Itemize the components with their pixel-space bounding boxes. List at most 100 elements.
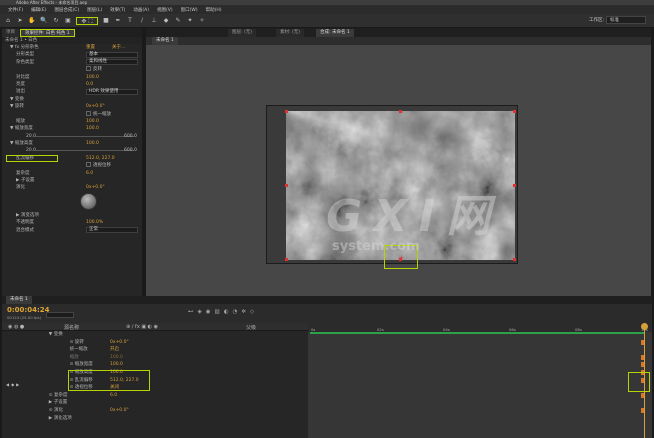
roto-brush-icon[interactable]: ✎ <box>174 17 182 25</box>
effect-prop-slider[interactable] <box>36 150 134 152</box>
timeline-search-input[interactable] <box>46 312 74 318</box>
timeline-prop-row[interactable]: ⊙ 演化 0x+0.0° <box>2 407 308 415</box>
keyframe-marker[interactable] <box>641 408 644 413</box>
rotate-tool-icon[interactable]: ↻ <box>52 17 60 25</box>
menu-item-0[interactable]: 文件(F) <box>8 7 23 13</box>
effect-about-link[interactable]: 关于... <box>112 44 125 51</box>
menu-item-6[interactable]: 视图(V) <box>157 7 173 13</box>
timeline-prop-value[interactable]: 0x+0.0° <box>110 339 129 347</box>
col-parent[interactable]: 父级 <box>246 324 256 331</box>
effect-prop-value[interactable]: 0.0 <box>86 81 93 88</box>
keyframe-marker[interactable] <box>641 339 644 345</box>
tab-layer[interactable]: 图层: (无) <box>228 29 256 37</box>
timeline-prop-row[interactable]: ⊙ 乱流偏移 512.0, 227.0 <box>2 369 308 391</box>
layer-handle-tl[interactable] <box>285 110 288 113</box>
tab-composition[interactable]: 合成: 未命名 1 <box>316 29 354 37</box>
effect-prop-value[interactable]: 0x+0.0° <box>86 184 105 191</box>
comp-viewer[interactable]: ✛ G X I 网 system.com 50 % ⊞ ◎ 0:00:04:24… <box>146 45 651 314</box>
camera-tool-icon[interactable]: ▣ <box>64 17 72 25</box>
effect-prop-value[interactable]: 100.0 <box>86 74 99 81</box>
effect-prop-value[interactable]: 512.0, 227.0 <box>86 155 115 162</box>
menu-item-4[interactable]: 效果(T) <box>110 7 125 13</box>
frame-blending-icon[interactable]: ▥ <box>215 309 220 315</box>
keyframe-marker[interactable] <box>641 354 644 360</box>
menu-item-1[interactable]: 编辑(E) <box>31 7 46 13</box>
layer-handle-tr[interactable] <box>513 110 516 113</box>
menu-item-8[interactable]: 帮助(H) <box>206 7 222 13</box>
effect-prop-value[interactable]: 100.0 <box>86 125 99 132</box>
effect-prop-value[interactable]: 100.0% <box>86 219 103 226</box>
effect-prop-dropdown[interactable]: 正常 <box>86 227 138 234</box>
text-tool-icon[interactable]: T <box>126 17 134 25</box>
timeline-prop-value[interactable]: 100.0 <box>110 354 123 362</box>
timeline-prop-value[interactable]: 开启 <box>110 346 119 354</box>
timeline-prop-row[interactable]: ⊙ 透视位移 关闭 <box>2 384 308 392</box>
keyframe-nav-icon[interactable]: ◇ <box>250 309 254 315</box>
timeline-timecode[interactable]: 0:00:04:24 <box>7 306 50 314</box>
selection-tool-icon[interactable]: ➤ <box>16 17 24 25</box>
timeline-prop-value[interactable]: 关闭 <box>110 384 119 392</box>
comp-mini-flowchart-icon[interactable]: ⊷ <box>188 309 194 315</box>
comp-subtab[interactable]: 未命名 1 <box>152 37 178 45</box>
timeline-prop-value[interactable]: 6.0 <box>110 392 117 400</box>
layer-handle-br[interactable] <box>513 258 516 261</box>
effect-prop-value[interactable]: 6.0 <box>86 170 93 177</box>
menu-item-2[interactable]: 图层合成(C) <box>54 7 79 13</box>
checkbox-icon[interactable] <box>86 66 91 72</box>
add-keyframe-icon[interactable]: ◆ <box>11 382 14 387</box>
effect-prop-checkbox[interactable]: 统一缩放 <box>86 110 111 118</box>
effect-prop-checkbox[interactable]: 反转 <box>86 66 102 73</box>
layer-handle-bl[interactable] <box>285 258 288 261</box>
effect-prop-dropdown[interactable]: 基本 <box>86 52 138 59</box>
keyframe-marker[interactable] <box>641 392 644 398</box>
zoom-tool-icon[interactable]: 🔍 <box>40 17 48 25</box>
brush-tool-icon[interactable]: ∕ <box>138 17 146 25</box>
timeline-prop-row[interactable]: 缩放 100.0 <box>2 354 308 362</box>
puppet-pin-icon[interactable]: ✦ <box>186 17 194 25</box>
effect-prop-value[interactable]: 重置 <box>86 44 95 51</box>
timeline-prop-row[interactable]: ▶ 子设置 <box>2 399 308 407</box>
timeline-prop-value[interactable]: 100.0 <box>110 361 123 369</box>
checkbox-icon[interactable] <box>86 162 91 168</box>
pan-behind-tool-icon[interactable]: ✥ ⛶ <box>76 16 98 25</box>
timeline-tab[interactable]: 未命名 1 <box>6 296 32 304</box>
layer-handle-tc[interactable] <box>399 110 402 113</box>
draft-3d-icon[interactable]: ◈ <box>198 309 202 315</box>
col-switches-icon[interactable]: ⊕ ∕ fx ▣ ◐ ◉ <box>126 324 158 330</box>
tab-footage[interactable]: 素材: (无) <box>276 29 304 37</box>
timeline-graph-area[interactable]: 0s02s04s06s08s10s <box>308 323 652 438</box>
tab-effect-controls[interactable]: 效果控件: 白色 纯色 1 <box>20 29 75 37</box>
timeline-prop-row[interactable]: ⊙ 缩放高度 100.0 <box>2 369 308 377</box>
effect-prop-checkbox[interactable]: 透视位移 <box>86 162 111 169</box>
clone-stamp-icon[interactable]: ⊥ <box>150 17 158 25</box>
keyframe-marker[interactable] <box>641 362 644 368</box>
timeline-prop-row[interactable]: 统一缩放 开启 <box>2 346 308 354</box>
timeline-prop-row[interactable]: ▶ 演化选项 <box>2 415 308 423</box>
shy-icon[interactable]: ◉ <box>206 309 211 315</box>
hand-tool-icon[interactable]: ✋ <box>28 17 36 25</box>
menu-item-5[interactable]: 动画(A) <box>133 7 149 13</box>
effect-prop-value[interactable]: 100.0 <box>86 140 99 147</box>
graph-editor-icon[interactable]: ◔ <box>233 309 238 315</box>
timeline-prop-row[interactable]: ▼ 变换 <box>2 331 308 339</box>
puppet-starch-icon[interactable]: ✧ <box>198 17 206 25</box>
evolution-dial[interactable] <box>80 192 97 210</box>
effect-prop-dropdown[interactable]: HDR 效果使用 <box>86 89 138 96</box>
pen-tool-icon[interactable]: ✒ <box>114 17 122 25</box>
brainstorm-icon[interactable]: ✲ <box>241 309 246 315</box>
layer-handle-ml[interactable] <box>285 184 288 187</box>
eraser-tool-icon[interactable]: ◆ <box>162 17 170 25</box>
layer-handle-mr[interactable] <box>513 184 516 187</box>
motion-blur-icon[interactable]: ◐ <box>224 309 229 315</box>
rectangle-tool-icon[interactable]: ■ <box>102 17 110 25</box>
workspace-select[interactable]: 标准 <box>606 16 646 24</box>
timeline-prop-row[interactable]: ⊙ 复杂度 6.0 <box>2 392 308 400</box>
col-source-name[interactable]: 源名称 <box>64 324 79 331</box>
timeline-prop-row[interactable]: ⊙ 缩放宽度 100.0 <box>2 361 308 369</box>
effect-prop-dropdown[interactable]: 柔和线性 <box>86 59 138 66</box>
effect-prop-slider[interactable] <box>36 135 134 137</box>
prev-keyframe-icon[interactable]: ◀ <box>6 382 9 387</box>
menu-item-7[interactable]: 窗口(W) <box>181 7 198 13</box>
effect-prop-value[interactable]: 0x+0.0° <box>86 103 105 110</box>
av-switches-icon[interactable]: ◉ ◍ ● <box>8 324 24 330</box>
